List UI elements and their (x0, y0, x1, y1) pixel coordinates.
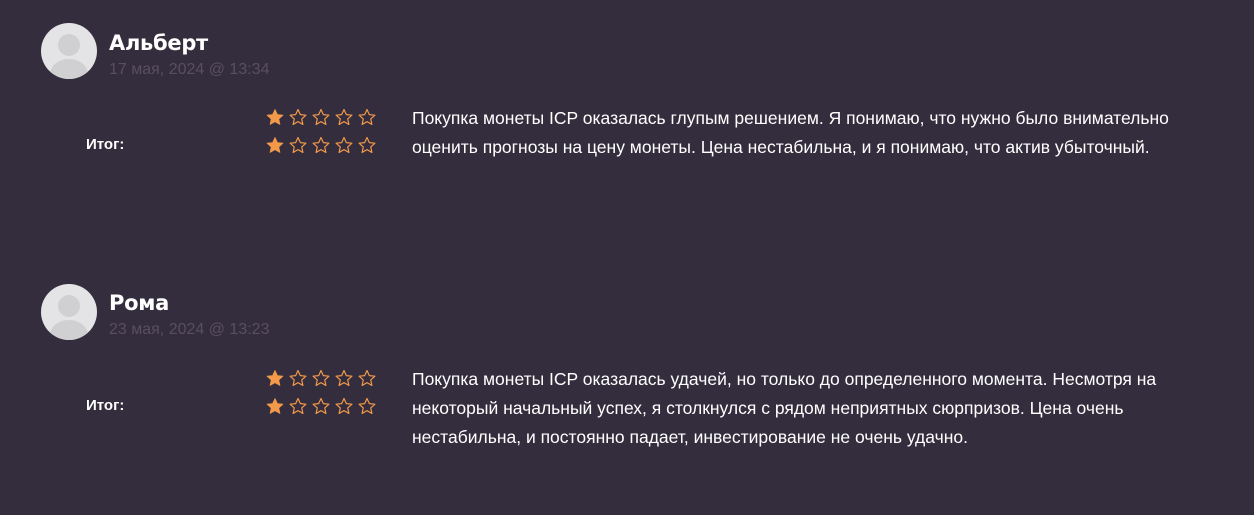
review-text: Покупка монеты ICP оказалась удачей, но … (412, 369, 1157, 447)
avatar (41, 23, 97, 79)
star-outline-icon (289, 136, 307, 154)
star-filled-icon (266, 109, 284, 125)
star-outline-icon (289, 108, 307, 126)
review-author: Альберт (109, 31, 208, 55)
star-outline-icon (358, 369, 376, 387)
review-author: Рома (109, 291, 169, 315)
star-filled-icon (266, 137, 284, 153)
rating-stars-row (264, 369, 378, 387)
review-date: 23 мая, 2024 @ 13:23 (109, 321, 270, 338)
star-outline-icon (312, 397, 330, 415)
star-outline-icon (335, 369, 353, 387)
star-outline-icon (312, 369, 330, 387)
review-date: 17 мая, 2024 @ 13:34 (109, 61, 270, 78)
avatar (41, 284, 97, 340)
star-outline-icon (335, 136, 353, 154)
star-filled-icon (266, 398, 284, 414)
total-label: Итог: (86, 397, 125, 414)
star-outline-icon (335, 397, 353, 415)
star-filled-icon (266, 370, 284, 386)
rating-stars-row (264, 136, 378, 154)
star-outline-icon (312, 136, 330, 154)
rating-stars-row (264, 108, 378, 126)
avatar-head-shape (58, 34, 80, 56)
star-outline-icon (289, 369, 307, 387)
rating-stars-row (264, 397, 378, 415)
star-outline-icon (335, 108, 353, 126)
star-outline-icon (289, 397, 307, 415)
avatar-body-shape (50, 320, 88, 340)
star-outline-icon (358, 108, 376, 126)
star-outline-icon (312, 108, 330, 126)
total-label: Итог: (86, 136, 125, 153)
star-outline-icon (358, 397, 376, 415)
avatar-body-shape (50, 59, 88, 79)
avatar-head-shape (58, 295, 80, 317)
review-text: Покупка монеты ICP оказалась глупым реше… (412, 108, 1169, 157)
star-outline-icon (358, 136, 376, 154)
